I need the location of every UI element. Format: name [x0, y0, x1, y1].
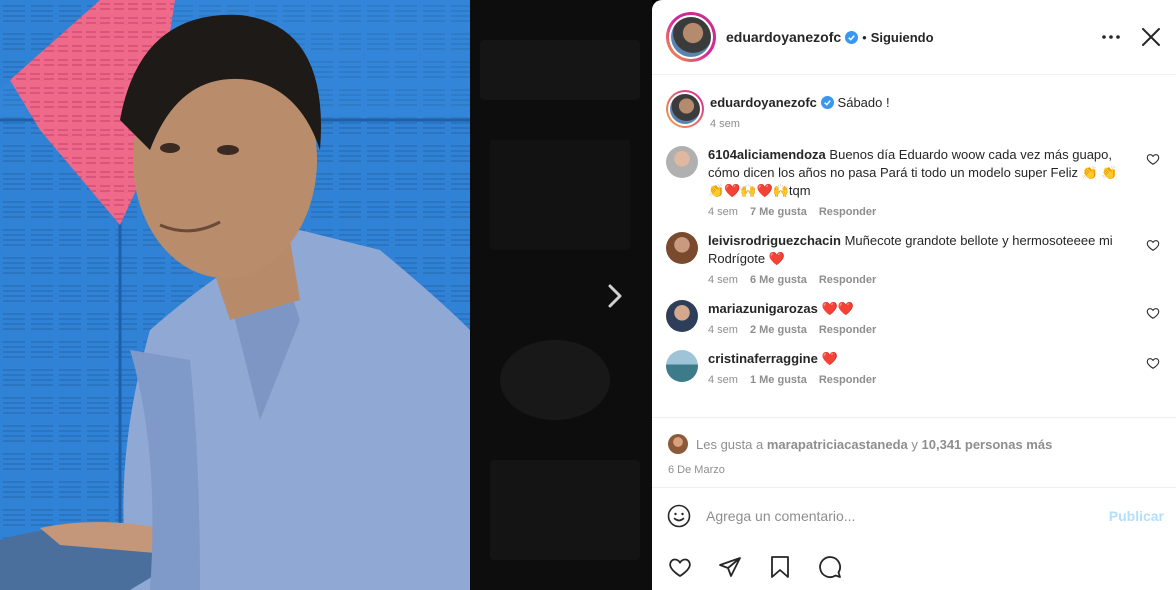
emoji-button[interactable] — [666, 503, 692, 529]
comment-icon — [819, 556, 841, 578]
caption: eduardoyanezofc Sábado ! 4 sem — [666, 90, 1160, 130]
comment-username[interactable]: leivisrodriguezchacin — [708, 233, 841, 248]
publish-button[interactable]: Publicar — [1109, 508, 1164, 524]
likes-joiner: y — [911, 436, 918, 452]
liker-username[interactable]: marapatriciacastaneda — [767, 437, 908, 452]
comment-time[interactable]: 4 sem — [708, 206, 738, 218]
comment-text: ❤️ — [821, 351, 838, 366]
comment-username[interactable]: mariazunigarozas — [708, 301, 818, 316]
comment-like-heart-icon[interactable] — [1146, 306, 1160, 320]
comment-likes[interactable]: 7 Me gusta — [750, 206, 807, 218]
comment-composer: Publicar — [652, 487, 1176, 544]
comment-button[interactable] — [816, 553, 844, 581]
comment-like-heart-icon[interactable] — [1146, 238, 1160, 252]
post-date[interactable]: 6 De Marzo — [668, 464, 1160, 476]
share-button[interactable] — [716, 553, 744, 581]
author-avatar[interactable] — [666, 12, 716, 62]
more-options-icon — [1102, 35, 1120, 39]
likes-summary: Les gusta a marapatriciacastaneda y 10,3… — [652, 417, 1176, 487]
comment-text: ❤️❤️ — [821, 301, 854, 316]
reply-button[interactable]: Responder — [819, 324, 876, 336]
comment-like-heart-icon[interactable] — [1146, 152, 1160, 166]
heart-icon — [669, 558, 691, 578]
more-options-button[interactable] — [1096, 22, 1126, 52]
emoji-icon — [667, 504, 691, 528]
post-photo[interactable] — [0, 0, 470, 590]
paper-plane-icon — [719, 557, 741, 577]
post-details-panel: eduardoyanezofc • Siguiendo eduardoyanez… — [652, 0, 1176, 590]
likes-prefix: Les gusta a — [696, 436, 764, 452]
caption-avatar[interactable] — [666, 90, 704, 128]
comment-avatar[interactable] — [666, 300, 698, 332]
close-button[interactable] — [1134, 20, 1168, 54]
comment-input[interactable] — [706, 508, 1109, 524]
comment-time[interactable]: 4 sem — [708, 274, 738, 286]
caption-username[interactable]: eduardoyanezofc — [710, 95, 817, 110]
save-button[interactable] — [766, 553, 794, 581]
close-icon — [1142, 28, 1160, 46]
comment-avatar[interactable] — [666, 232, 698, 264]
author-username[interactable]: eduardoyanezofc — [726, 29, 841, 45]
caption-time[interactable]: 4 sem — [710, 118, 740, 130]
post-photo-image — [0, 0, 470, 590]
next-slide-button[interactable] — [600, 278, 630, 314]
liker-avatar[interactable] — [668, 434, 688, 454]
comments-list: eduardoyanezofc Sábado ! 4 sem 6104alici… — [652, 76, 1176, 416]
instagram-post-viewer: eduardoyanezofc • Siguiendo eduardoyanez… — [0, 0, 1176, 590]
comment-likes[interactable]: 2 Me gusta — [750, 324, 807, 336]
reply-button[interactable]: Responder — [819, 206, 876, 218]
comment-avatar[interactable] — [666, 350, 698, 382]
likes-count[interactable]: 10,341 personas más — [922, 437, 1053, 452]
carousel-background — [470, 0, 652, 590]
comment-likes[interactable]: 1 Me gusta — [750, 374, 807, 386]
bookmark-icon — [771, 556, 789, 578]
comment-item: mariazunigarozas ❤️❤️ 4 sem 2 Me gusta R… — [666, 300, 1160, 336]
reply-button[interactable]: Responder — [819, 274, 876, 286]
post-header: eduardoyanezofc • Siguiendo — [652, 0, 1176, 75]
comment-time[interactable]: 4 sem — [708, 324, 738, 336]
following-button[interactable]: Siguiendo — [871, 30, 934, 45]
like-button[interactable] — [666, 553, 694, 581]
comment-avatar[interactable] — [666, 146, 698, 178]
verified-badge-icon — [820, 96, 834, 109]
comment-likes[interactable]: 6 Me gusta — [750, 274, 807, 286]
comment-item: leivisrodriguezchacin Muñecote grandote … — [666, 232, 1160, 286]
reply-button[interactable]: Responder — [819, 374, 876, 386]
chevron-right-icon — [608, 284, 622, 308]
comment-time[interactable]: 4 sem — [708, 374, 738, 386]
separator-dot: • — [862, 29, 867, 45]
verified-badge-icon — [845, 30, 859, 44]
comment-item: 6104aliciamendoza Buenos día Eduardo woo… — [666, 146, 1160, 218]
comment-item: cristinaferraggine ❤️ 4 sem 1 Me gusta R… — [666, 350, 1160, 386]
comment-username[interactable]: cristinaferraggine — [708, 351, 818, 366]
caption-text: Sábado ! — [837, 95, 890, 110]
post-actions — [652, 544, 1176, 590]
comment-like-heart-icon[interactable] — [1146, 356, 1160, 370]
comment-username[interactable]: 6104aliciamendoza — [708, 147, 826, 162]
